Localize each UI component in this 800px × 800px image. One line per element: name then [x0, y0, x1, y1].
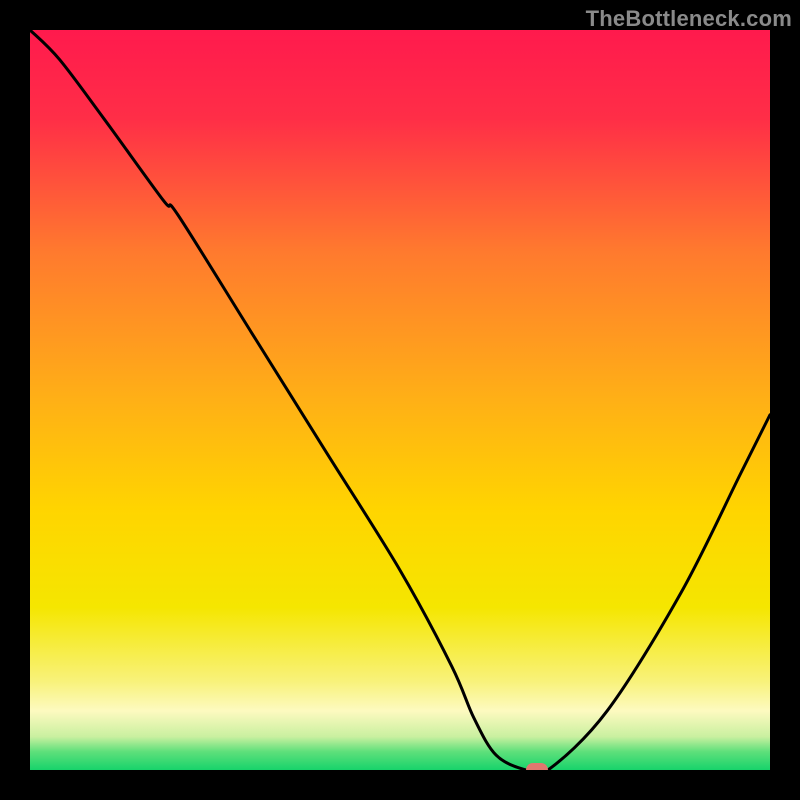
optimal-point-marker — [526, 763, 548, 770]
curve-layer — [30, 30, 770, 770]
watermark-text: TheBottleneck.com — [586, 6, 792, 32]
chart-frame: TheBottleneck.com — [0, 0, 800, 800]
bottleneck-curve — [30, 30, 770, 770]
plot-area — [30, 30, 770, 770]
